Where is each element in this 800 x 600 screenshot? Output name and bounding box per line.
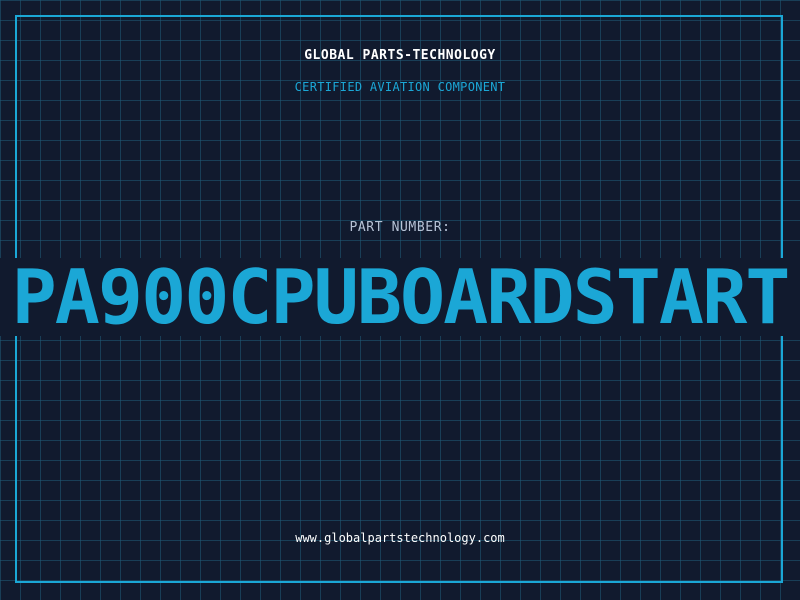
part-number-label: PART NUMBER: (349, 220, 451, 235)
certification-subtitle: CERTIFIED AVIATION COMPONENT (294, 80, 506, 94)
brand-title: GLOBAL PARTS-TECHNOLOGY (304, 48, 496, 63)
website-link[interactable]: www.globalpartstechnology.com (0, 531, 800, 545)
part-number-value: PA900CPUBOARDSTART (11, 258, 791, 336)
